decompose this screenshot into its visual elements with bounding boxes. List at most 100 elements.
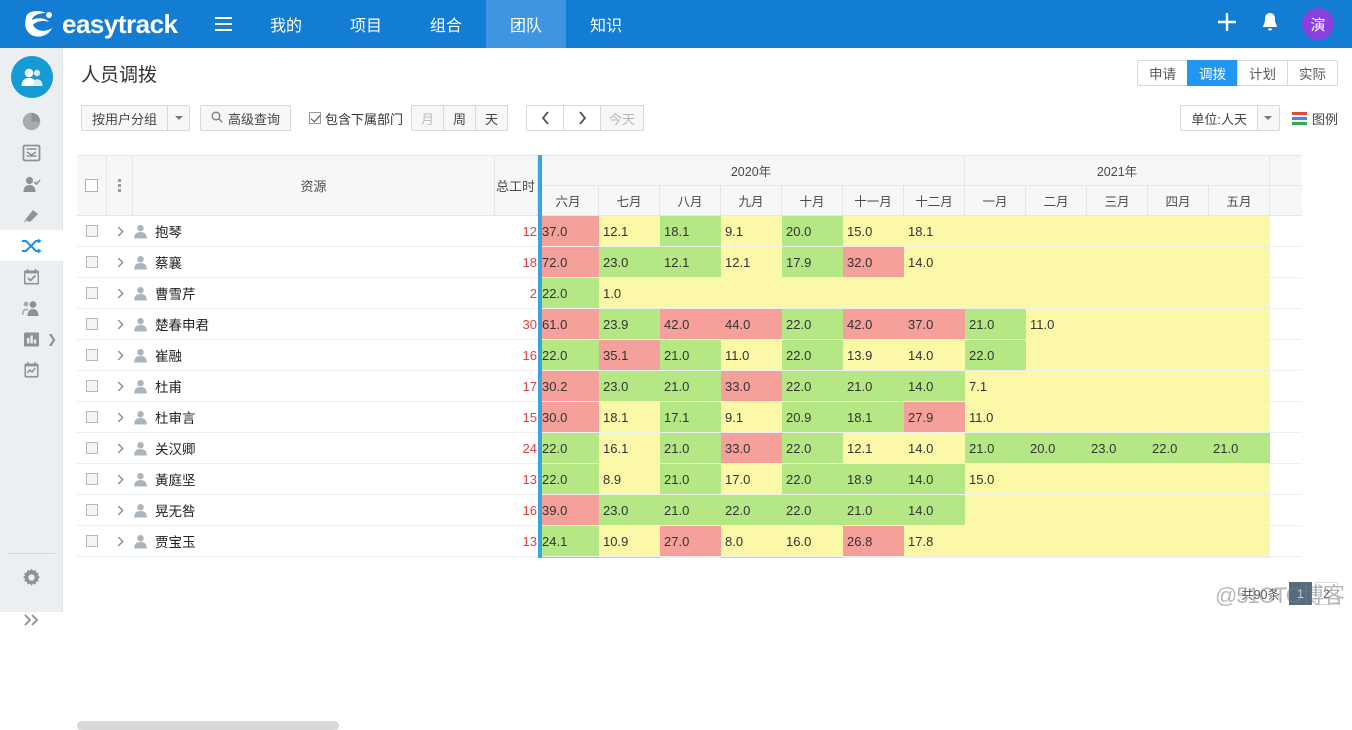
timeline-cell[interactable]: 30.2 bbox=[538, 371, 599, 401]
row-expand-toggle[interactable] bbox=[107, 495, 133, 525]
timeline-cell[interactable]: 22.0 bbox=[965, 340, 1026, 370]
timeline-cell[interactable] bbox=[965, 216, 1026, 246]
month-header-5[interactable]: 十一月 bbox=[843, 186, 904, 215]
scale-week[interactable]: 周 bbox=[443, 105, 477, 131]
timeline-cell[interactable] bbox=[1148, 278, 1209, 308]
timeline-cell[interactable]: 22.0 bbox=[538, 464, 599, 494]
chevron-right-icon[interactable]: ❯ bbox=[47, 332, 57, 346]
timeline-cell[interactable] bbox=[721, 557, 782, 558]
timeline-cell[interactable] bbox=[1026, 216, 1087, 246]
timeline-cell[interactable]: 20.0 bbox=[1026, 433, 1087, 463]
timeline-cell[interactable]: 11.0 bbox=[721, 340, 782, 370]
row-expand-toggle[interactable] bbox=[107, 464, 133, 494]
timeline-cell[interactable]: 11.0 bbox=[965, 402, 1026, 432]
timeline-cell[interactable]: 15.0 bbox=[965, 464, 1026, 494]
timeline-cell[interactable] bbox=[1026, 464, 1087, 494]
scale-month[interactable]: 月 bbox=[411, 105, 445, 131]
resource-name-cell[interactable]: 蔡襄 bbox=[133, 247, 495, 277]
month-header-0[interactable]: 六月 bbox=[538, 186, 599, 215]
avatar[interactable]: 演 bbox=[1302, 8, 1334, 40]
resource-name-cell[interactable]: 抱琴 bbox=[133, 216, 495, 246]
timeline-cell[interactable]: 14.0 bbox=[904, 495, 965, 525]
month-header-3[interactable]: 九月 bbox=[721, 186, 782, 215]
timeline-cell[interactable] bbox=[1209, 216, 1270, 246]
sidebar-item-clipboard-chart[interactable] bbox=[0, 354, 63, 385]
horizontal-scrollbar[interactable] bbox=[77, 721, 339, 730]
row-expand-toggle[interactable] bbox=[107, 340, 133, 370]
sidebar-item-shuffle[interactable] bbox=[0, 230, 63, 261]
timeline-cell[interactable] bbox=[1026, 402, 1087, 432]
timeline-cell[interactable] bbox=[1209, 340, 1270, 370]
timeline-cell[interactable]: 35.1 bbox=[599, 340, 660, 370]
timeline-cell[interactable]: 24.1 bbox=[538, 526, 599, 556]
timeline-cell[interactable]: 9.1 bbox=[721, 402, 782, 432]
row-expand-toggle[interactable] bbox=[107, 402, 133, 432]
resource-name-cell[interactable]: 杜甫 bbox=[133, 371, 495, 401]
resource-name-cell[interactable]: 楚春申君 bbox=[133, 309, 495, 339]
sidebar-item-pie-chart[interactable] bbox=[0, 106, 63, 137]
brand-logo-area[interactable]: easytrack bbox=[0, 9, 200, 40]
timeline-cell[interactable] bbox=[965, 278, 1026, 308]
column-header-resource[interactable]: 资源 bbox=[133, 156, 495, 215]
resource-name-cell[interactable]: 杜审言 bbox=[133, 402, 495, 432]
timeline-cell[interactable]: 14.0 bbox=[904, 371, 965, 401]
timeline-cell[interactable] bbox=[1026, 526, 1087, 556]
sidebar-item-settings[interactable] bbox=[0, 554, 63, 600]
timeline-cell[interactable]: 18.1 bbox=[843, 402, 904, 432]
timeline-cell[interactable] bbox=[1087, 495, 1148, 525]
timeline-cell[interactable] bbox=[965, 247, 1026, 277]
table-row[interactable]: 曹雪芹 2 22.0 1.0 bbox=[77, 278, 1302, 309]
month-header-6[interactable]: 十二月 bbox=[904, 186, 965, 215]
unit-label[interactable]: 单位:人天 bbox=[1180, 105, 1258, 131]
timeline-cell[interactable] bbox=[660, 278, 721, 308]
month-header-10[interactable]: 四月 bbox=[1148, 186, 1209, 215]
row-checkbox[interactable] bbox=[77, 526, 107, 556]
timeline-cell[interactable] bbox=[965, 526, 1026, 556]
timeline-cell[interactable] bbox=[1209, 402, 1270, 432]
timeline-cell[interactable]: 61.0 bbox=[538, 309, 599, 339]
timeline-cell[interactable]: 21.0 bbox=[843, 371, 904, 401]
timeline-cell[interactable]: 9.1 bbox=[721, 216, 782, 246]
timeline-cell[interactable] bbox=[965, 495, 1026, 525]
sidebar-item-people-group[interactable] bbox=[0, 292, 63, 323]
timeline-cell[interactable]: 14.0 bbox=[904, 433, 965, 463]
timeline-cell[interactable]: 33.0 bbox=[721, 371, 782, 401]
month-header-8[interactable]: 二月 bbox=[1026, 186, 1087, 215]
row-expand-toggle[interactable] bbox=[107, 371, 133, 401]
sidebar-item-calendar-check[interactable] bbox=[0, 261, 63, 292]
timeline-cell[interactable]: 8.0 bbox=[721, 526, 782, 556]
legend-button[interactable]: 图例 bbox=[1291, 109, 1338, 128]
timeline-cell[interactable]: 22.0 bbox=[538, 278, 599, 308]
timeline-cell[interactable]: 21.0 bbox=[660, 495, 721, 525]
timeline-cell[interactable]: 12.1 bbox=[660, 247, 721, 277]
timeline-cell[interactable]: 21.0 bbox=[965, 309, 1026, 339]
nav-item-4[interactable]: 知识 bbox=[566, 0, 646, 48]
timeline-cell[interactable] bbox=[660, 557, 721, 558]
sidebar-item-rocket[interactable] bbox=[0, 199, 63, 230]
row-expand-toggle[interactable] bbox=[107, 526, 133, 556]
timeline-cell[interactable]: 37.0 bbox=[538, 216, 599, 246]
timeline-cell[interactable]: 22.0 bbox=[782, 433, 843, 463]
timeline-cell[interactable]: 17.1 bbox=[660, 402, 721, 432]
sidebar-item-inbox[interactable] bbox=[0, 137, 63, 168]
timeline-cell[interactable]: 30.0 bbox=[538, 402, 599, 432]
timeline-cell[interactable] bbox=[1026, 278, 1087, 308]
timeline-cell[interactable]: 16.0 bbox=[782, 526, 843, 556]
timeline-cell[interactable]: 42.0 bbox=[660, 309, 721, 339]
group-by-caret[interactable] bbox=[167, 105, 191, 131]
timeline-cell[interactable]: 72.0 bbox=[538, 247, 599, 277]
timeline-cell[interactable] bbox=[1087, 526, 1148, 556]
timeline-cell[interactable]: 20.0 bbox=[782, 216, 843, 246]
hamburger-icon[interactable] bbox=[200, 0, 246, 48]
row-checkbox[interactable] bbox=[77, 464, 107, 494]
resource-name-cell[interactable] bbox=[133, 557, 495, 558]
timeline-cell[interactable]: 18.9 bbox=[843, 464, 904, 494]
timeline-cell[interactable]: 33.0 bbox=[721, 433, 782, 463]
row-checkbox[interactable] bbox=[77, 495, 107, 525]
timeline-cell[interactable]: 16.1 bbox=[599, 433, 660, 463]
row-expand-toggle[interactable] bbox=[107, 247, 133, 277]
timeline-cell[interactable] bbox=[1087, 309, 1148, 339]
timeline-cell[interactable]: 22.0 bbox=[721, 495, 782, 525]
month-header-7[interactable]: 一月 bbox=[965, 186, 1026, 215]
timeline-cell[interactable] bbox=[1209, 309, 1270, 339]
